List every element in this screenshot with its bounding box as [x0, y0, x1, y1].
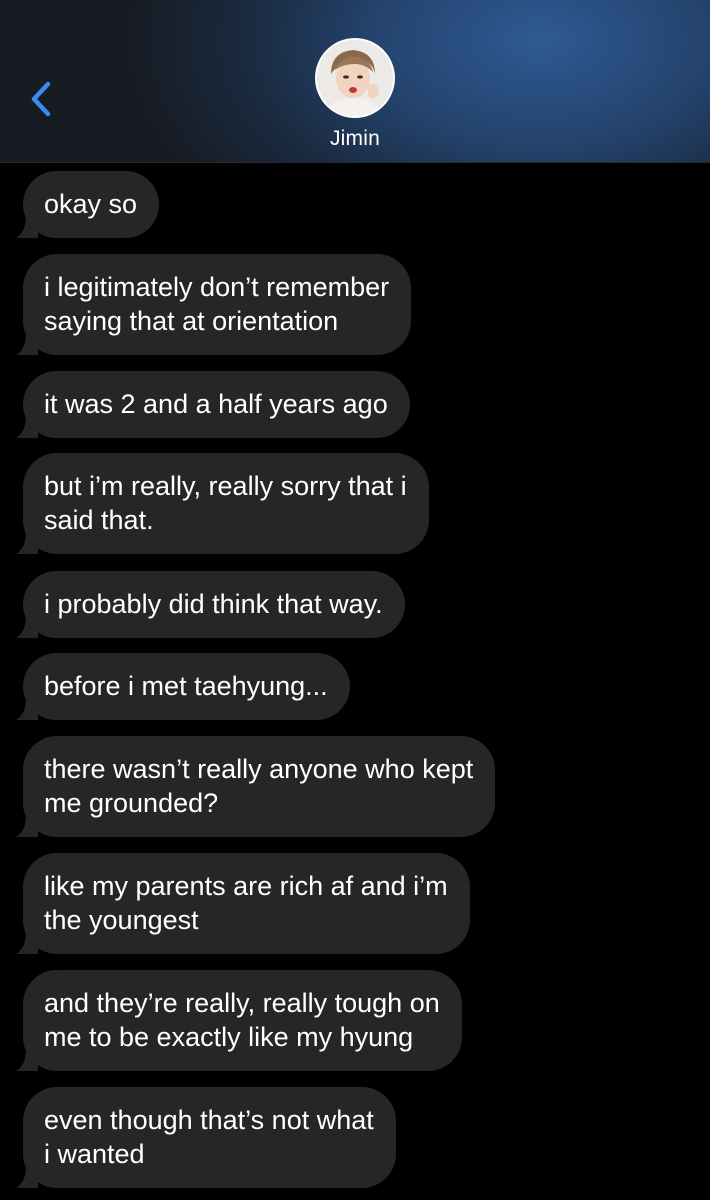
message-bubble[interactable]: there wasn’t really anyone who kept me gr… [16, 736, 496, 837]
bubble-tail-icon [16, 532, 38, 554]
conversation-header: Jimin [0, 0, 710, 163]
message-bubble[interactable]: it was 2 and a half years ago [16, 371, 410, 438]
bubble-tail-icon [16, 1166, 38, 1188]
bubble-tail-icon [16, 815, 38, 837]
message-text: even though that’s not what [44, 1105, 374, 1135]
bubble-tail-icon [16, 216, 38, 238]
message-bubble[interactable]: and they’re really, really tough on me to… [16, 970, 462, 1071]
message-text: me grounded? [44, 788, 219, 818]
message-text: me to be exactly like my hyung [44, 1022, 414, 1052]
message-text: but i’m really, really sorry that i [44, 471, 407, 501]
bubble-tail-icon [16, 698, 38, 720]
back-button[interactable] [28, 80, 58, 120]
message-bubble[interactable]: i legitimately don’t remember saying that… [16, 254, 412, 355]
contact-avatar[interactable] [317, 40, 393, 116]
bubble-tail-icon [16, 932, 38, 954]
message-text: there wasn’t really anyone who kept [44, 754, 474, 784]
message-bubble[interactable]: even though that’s not what i wanted [16, 1087, 396, 1188]
message-text: i wanted [44, 1139, 145, 1169]
message-bubble[interactable]: but i’m really, really sorry that i said … [16, 453, 429, 554]
bubble-tail-icon [16, 333, 38, 355]
message-bubble[interactable]: before i met taehyung... [16, 653, 350, 720]
message-text: said that. [44, 505, 154, 535]
message-text: like my parents are rich af and i’m [44, 871, 448, 901]
message-text: before i met taehyung... [44, 671, 328, 701]
message-text: the youngest [44, 905, 199, 935]
message-bubble[interactable]: okay so [16, 171, 160, 238]
bubble-tail-icon [16, 616, 38, 638]
avatar-photo [317, 40, 393, 116]
contact-name[interactable]: Jimin [0, 127, 710, 151]
chevron-left-icon [31, 81, 51, 117]
message-text: saying that at orientation [44, 306, 339, 336]
message-thread: okay so i legitimately don’t remember sayi… [0, 163, 710, 1200]
bubble-tail-icon [16, 416, 38, 438]
message-text: and they’re really, really tough on [44, 988, 440, 1018]
message-bubble[interactable]: i probably did think that way. [16, 571, 405, 638]
bubble-tail-icon [16, 1049, 38, 1071]
message-text: i legitimately don’t remember [44, 272, 390, 302]
message-text: it was 2 and a half years ago [44, 389, 388, 419]
message-text: i probably did think that way. [44, 589, 383, 619]
message-bubble[interactable]: like my parents are rich af and i’m the y… [16, 853, 470, 954]
message-text: okay so [44, 189, 138, 219]
